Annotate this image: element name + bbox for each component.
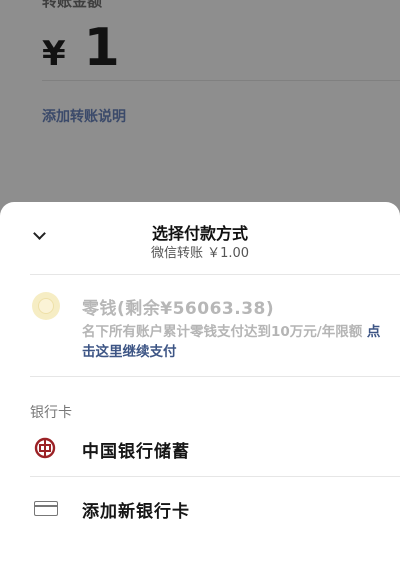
sheet-title: 选择付款方式 [151,224,248,243]
bank-card-divider [30,476,400,477]
change-balance-option: 零钱(剩余¥56063.38) 名下所有账户累计零钱支付达到10万元/年限额 点… [0,286,400,376]
card-icon [34,501,58,516]
amount-divider [42,80,400,81]
add-note-link[interactable]: 添加转账说明 [42,106,126,126]
coin-icon [32,292,60,320]
header-divider [30,274,400,275]
obscured-card-number [196,436,256,460]
bank-card-label: 中国银行储蓄 [82,442,190,462]
change-divider [30,376,400,377]
payment-method-sheet: 选择付款方式 微信转账 ￥1.00 零钱(剩余¥56063.38) 名下所有账户… [0,202,400,561]
change-balance-title: 零钱(剩余¥56063.38) [82,299,275,319]
sheet-subtitle: 微信转账 ￥1.00 [150,246,250,261]
bank-card-section-label: 银行卡 [30,405,72,421]
bank-of-china-icon [34,437,56,459]
sheet-header: 选择付款方式 微信转账 ￥1.00 [0,202,400,272]
amount-value: 1 [83,18,120,78]
change-limit-description: 名下所有账户累计零钱支付达到10万元/年限额 点击这里继续支付 [82,322,382,362]
add-card-option[interactable]: 添加新银行卡 [0,484,400,530]
change-limit-text: 名下所有账户累计零钱支付达到10万元/年限额 [82,324,363,340]
amount-label: 转账金额 [42,0,103,10]
currency-symbol: ¥ [42,34,66,74]
add-card-label: 添加新银行卡 [82,502,190,522]
bank-card-option[interactable]: 中国银行储蓄 [0,424,400,470]
amount-display: ¥ 1 [42,18,120,78]
